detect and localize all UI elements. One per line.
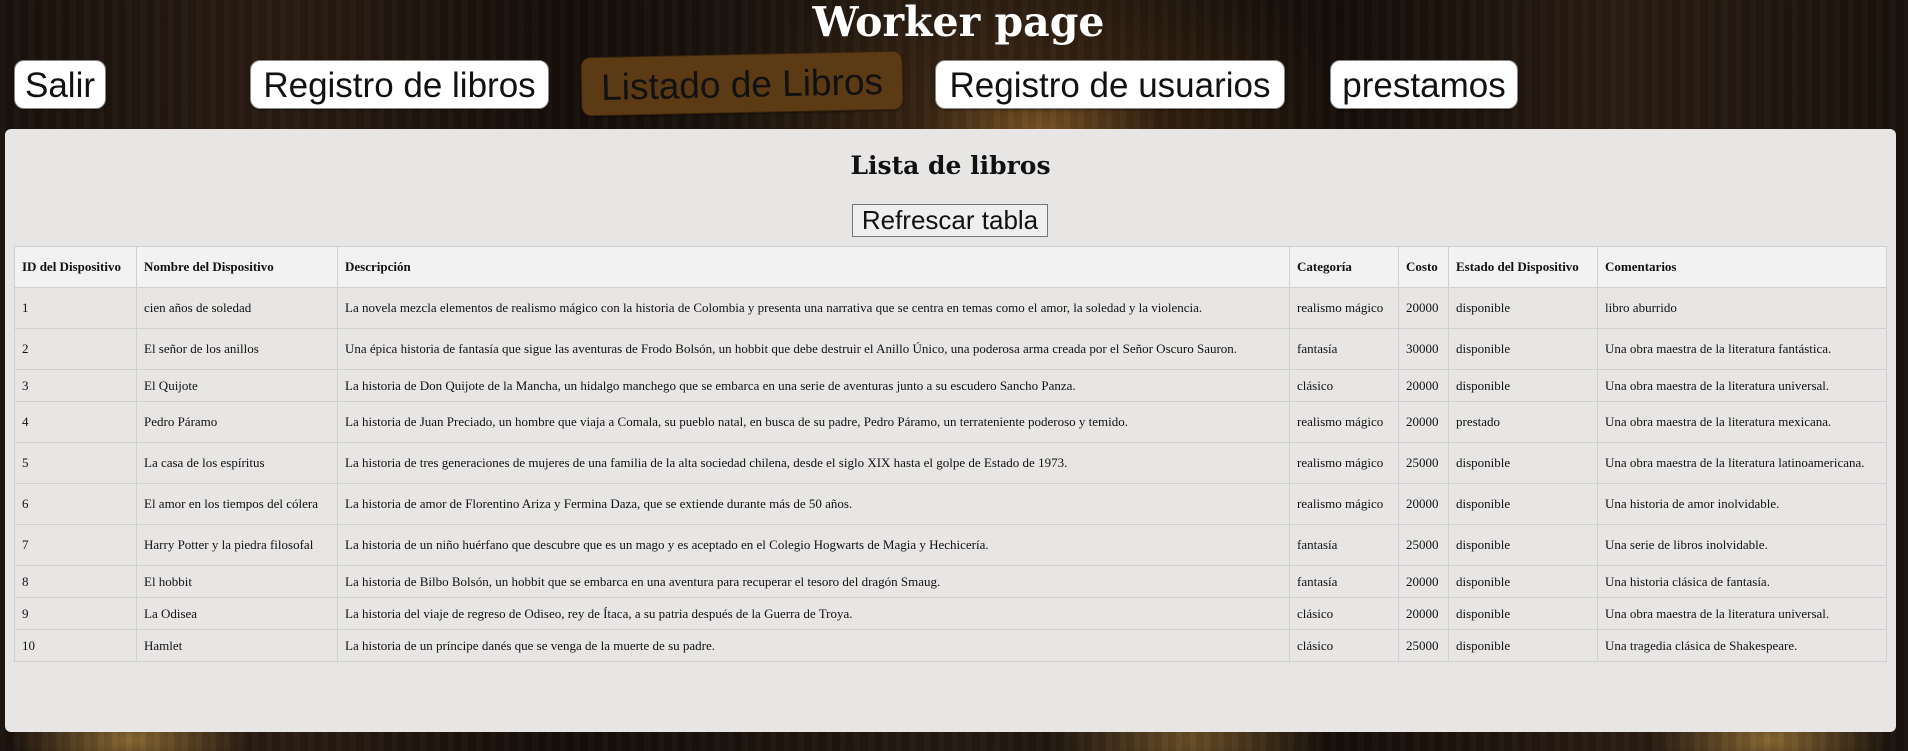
header-estado: Estado del Dispositivo bbox=[1448, 246, 1598, 288]
list-title: Lista de libros bbox=[850, 151, 1051, 180]
table-row: 10 Hamlet La historia de un príncipe danés… bbox=[14, 629, 1887, 662]
cell-costo: 20000 bbox=[1398, 483, 1449, 525]
cell-descripcion: La historia de amor de Florentino Ariza … bbox=[337, 483, 1290, 525]
cell-descripcion: La historia de tres generaciones de muje… bbox=[337, 442, 1290, 484]
cell-id: 4 bbox=[14, 401, 137, 443]
cell-categoria: realismo mágico bbox=[1289, 442, 1399, 484]
cell-categoria: clásico bbox=[1289, 597, 1399, 630]
cell-nombre: El Quijote bbox=[136, 369, 338, 402]
cell-comentarios: Una obra maestra de la literatura univer… bbox=[1597, 369, 1887, 402]
table-row: 1 cien años de soledad La novela mezcla el… bbox=[14, 287, 1887, 329]
cell-costo: 30000 bbox=[1398, 328, 1449, 370]
cell-estado: disponible bbox=[1448, 287, 1598, 329]
cell-id: 6 bbox=[14, 483, 137, 525]
cell-comentarios: libro aburrido bbox=[1597, 287, 1887, 329]
cell-descripcion: La novela mezcla elementos de realismo m… bbox=[337, 287, 1290, 329]
cell-comentarios: Una obra maestra de la literatura fantás… bbox=[1597, 328, 1887, 370]
cell-categoria: realismo mágico bbox=[1289, 483, 1399, 525]
registro-usuarios-button[interactable]: Registro de usuarios bbox=[935, 60, 1285, 109]
header-nombre: Nombre del Dispositivo bbox=[136, 246, 338, 288]
cell-nombre: Pedro Páramo bbox=[136, 401, 338, 443]
prestamos-button[interactable]: prestamos bbox=[1330, 60, 1518, 109]
cell-categoria: fantasía bbox=[1289, 565, 1399, 598]
cell-categoria: clásico bbox=[1289, 369, 1399, 402]
cell-descripcion: La historia del viaje de regreso de Odis… bbox=[337, 597, 1290, 630]
table-header-row: ID del Dispositivo Nombre del Dispositiv… bbox=[14, 246, 1887, 288]
cell-costo: 25000 bbox=[1398, 442, 1449, 484]
table-row: 8 El hobbit La historia de Bilbo Bolsón, u… bbox=[14, 565, 1887, 598]
cell-costo: 25000 bbox=[1398, 629, 1449, 662]
cell-costo: 20000 bbox=[1398, 565, 1449, 598]
cell-nombre: El hobbit bbox=[136, 565, 338, 598]
cell-estado: disponible bbox=[1448, 369, 1598, 402]
cell-comentarios: Una historia de amor inolvidable. bbox=[1597, 483, 1887, 525]
cell-estado: disponible bbox=[1448, 328, 1598, 370]
cell-categoria: fantasía bbox=[1289, 524, 1399, 566]
cell-categoria: realismo mágico bbox=[1289, 287, 1399, 329]
cell-descripcion: La historia de Don Quijote de la Mancha,… bbox=[337, 369, 1290, 402]
refresh-table-button[interactable]: Refrescar tabla bbox=[852, 204, 1048, 237]
cell-costo: 20000 bbox=[1398, 287, 1449, 329]
cell-comentarios: Una obra maestra de la literatura univer… bbox=[1597, 597, 1887, 630]
cell-nombre: El señor de los anillos bbox=[136, 328, 338, 370]
cell-descripcion: La historia de Bilbo Bolsón, un hobbit q… bbox=[337, 565, 1290, 598]
cell-id: 3 bbox=[14, 369, 137, 402]
table-body: 1 cien años de soledad La novela mezcla el… bbox=[14, 287, 1887, 662]
cell-id: 9 bbox=[14, 597, 137, 630]
books-table: ID del Dispositivo Nombre del Dispositiv… bbox=[14, 246, 1887, 662]
cell-nombre: El amor en los tiempos del cólera bbox=[136, 483, 338, 525]
header-descripcion: Descripción bbox=[337, 246, 1290, 288]
book-list-panel: Lista de libros Refrescar tabla ID del D… bbox=[5, 129, 1896, 732]
cell-comentarios: Una tragedia clásica de Shakespeare. bbox=[1597, 629, 1887, 662]
cell-comentarios: Una obra maestra de la literatura latino… bbox=[1597, 442, 1887, 484]
listado-libros-button[interactable]: Listado de Libros bbox=[580, 50, 904, 117]
cell-nombre: La Odisea bbox=[136, 597, 338, 630]
cell-id: 5 bbox=[14, 442, 137, 484]
cell-descripcion: La historia de Juan Preciado, un hombre … bbox=[337, 401, 1290, 443]
header-id: ID del Dispositivo bbox=[14, 246, 137, 288]
cell-nombre: La casa de los espíritus bbox=[136, 442, 338, 484]
cell-estado: disponible bbox=[1448, 565, 1598, 598]
cell-categoria: fantasía bbox=[1289, 328, 1399, 370]
cell-nombre: cien años de soledad bbox=[136, 287, 338, 329]
cell-comentarios: Una historia clásica de fantasía. bbox=[1597, 565, 1887, 598]
cell-id: 8 bbox=[14, 565, 137, 598]
header-comentarios: Comentarios bbox=[1597, 246, 1887, 288]
cell-costo: 20000 bbox=[1398, 597, 1449, 630]
cell-estado: disponible bbox=[1448, 597, 1598, 630]
cell-estado: disponible bbox=[1448, 442, 1598, 484]
cell-estado: disponible bbox=[1448, 524, 1598, 566]
cell-categoria: realismo mágico bbox=[1289, 401, 1399, 443]
cell-id: 1 bbox=[14, 287, 137, 329]
table-row: 4 Pedro Páramo La historia de Juan Preciad… bbox=[14, 401, 1887, 443]
salir-button[interactable]: Salir bbox=[14, 60, 106, 109]
table-row: 3 El Quijote La historia de Don Quijote de… bbox=[14, 369, 1887, 402]
header-costo: Costo bbox=[1398, 246, 1449, 288]
page-title: Worker page bbox=[812, 0, 1105, 46]
cell-id: 7 bbox=[14, 524, 137, 566]
cell-costo: 20000 bbox=[1398, 401, 1449, 443]
cell-estado: disponible bbox=[1448, 483, 1598, 525]
cell-comentarios: Una obra maestra de la literatura mexica… bbox=[1597, 401, 1887, 443]
cell-estado: prestado bbox=[1448, 401, 1598, 443]
table-row: 5 La casa de los espíritus La historia de … bbox=[14, 442, 1887, 484]
cell-descripcion: Una épica historia de fantasía que sigue… bbox=[337, 328, 1290, 370]
cell-costo: 20000 bbox=[1398, 369, 1449, 402]
cell-categoria: clásico bbox=[1289, 629, 1399, 662]
registro-libros-button[interactable]: Registro de libros bbox=[250, 60, 549, 109]
table-row: 9 La Odisea La historia del viaje de regre… bbox=[14, 597, 1887, 630]
cell-id: 2 bbox=[14, 328, 137, 370]
cell-comentarios: Una serie de libros inolvidable. bbox=[1597, 524, 1887, 566]
table-row: 2 El señor de los anillos Una épica histor… bbox=[14, 328, 1887, 370]
cell-descripcion: La historia de un niño huérfano que desc… bbox=[337, 524, 1290, 566]
cell-descripcion: La historia de un príncipe danés que se … bbox=[337, 629, 1290, 662]
cell-nombre: Hamlet bbox=[136, 629, 338, 662]
table-row: 6 El amor en los tiempos del cólera La his… bbox=[14, 483, 1887, 525]
cell-estado: disponible bbox=[1448, 629, 1598, 662]
cell-id: 10 bbox=[14, 629, 137, 662]
table-row: 7 Harry Potter y la piedra filosofal La hi… bbox=[14, 524, 1887, 566]
cell-nombre: Harry Potter y la piedra filosofal bbox=[136, 524, 338, 566]
header-categoria: Categoría bbox=[1289, 246, 1399, 288]
cell-costo: 25000 bbox=[1398, 524, 1449, 566]
